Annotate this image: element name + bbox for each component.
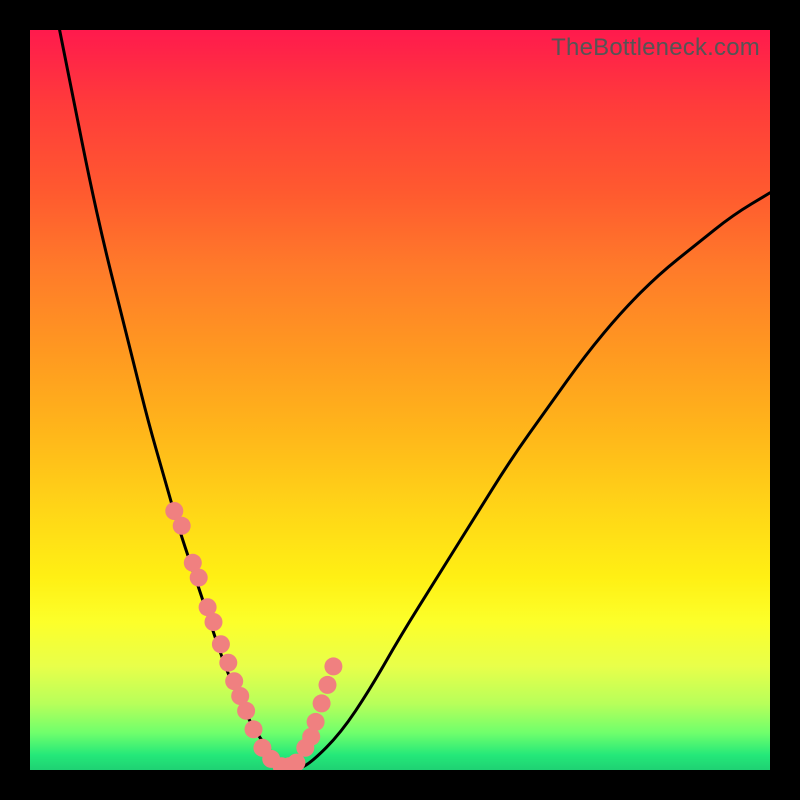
dot [237,702,255,720]
dot [313,694,331,712]
bottleneck-curve [60,30,770,768]
chart-svg [30,30,770,770]
dot [319,676,337,694]
dot [307,713,325,731]
dot [190,569,208,587]
plot-area: TheBottleneck.com [30,30,770,770]
outer-frame: TheBottleneck.com [0,0,800,800]
dot [324,657,342,675]
dot [212,635,230,653]
dot [245,720,263,738]
highlight-dots [165,502,342,770]
dot [173,517,191,535]
dot [205,613,223,631]
dot [219,654,237,672]
